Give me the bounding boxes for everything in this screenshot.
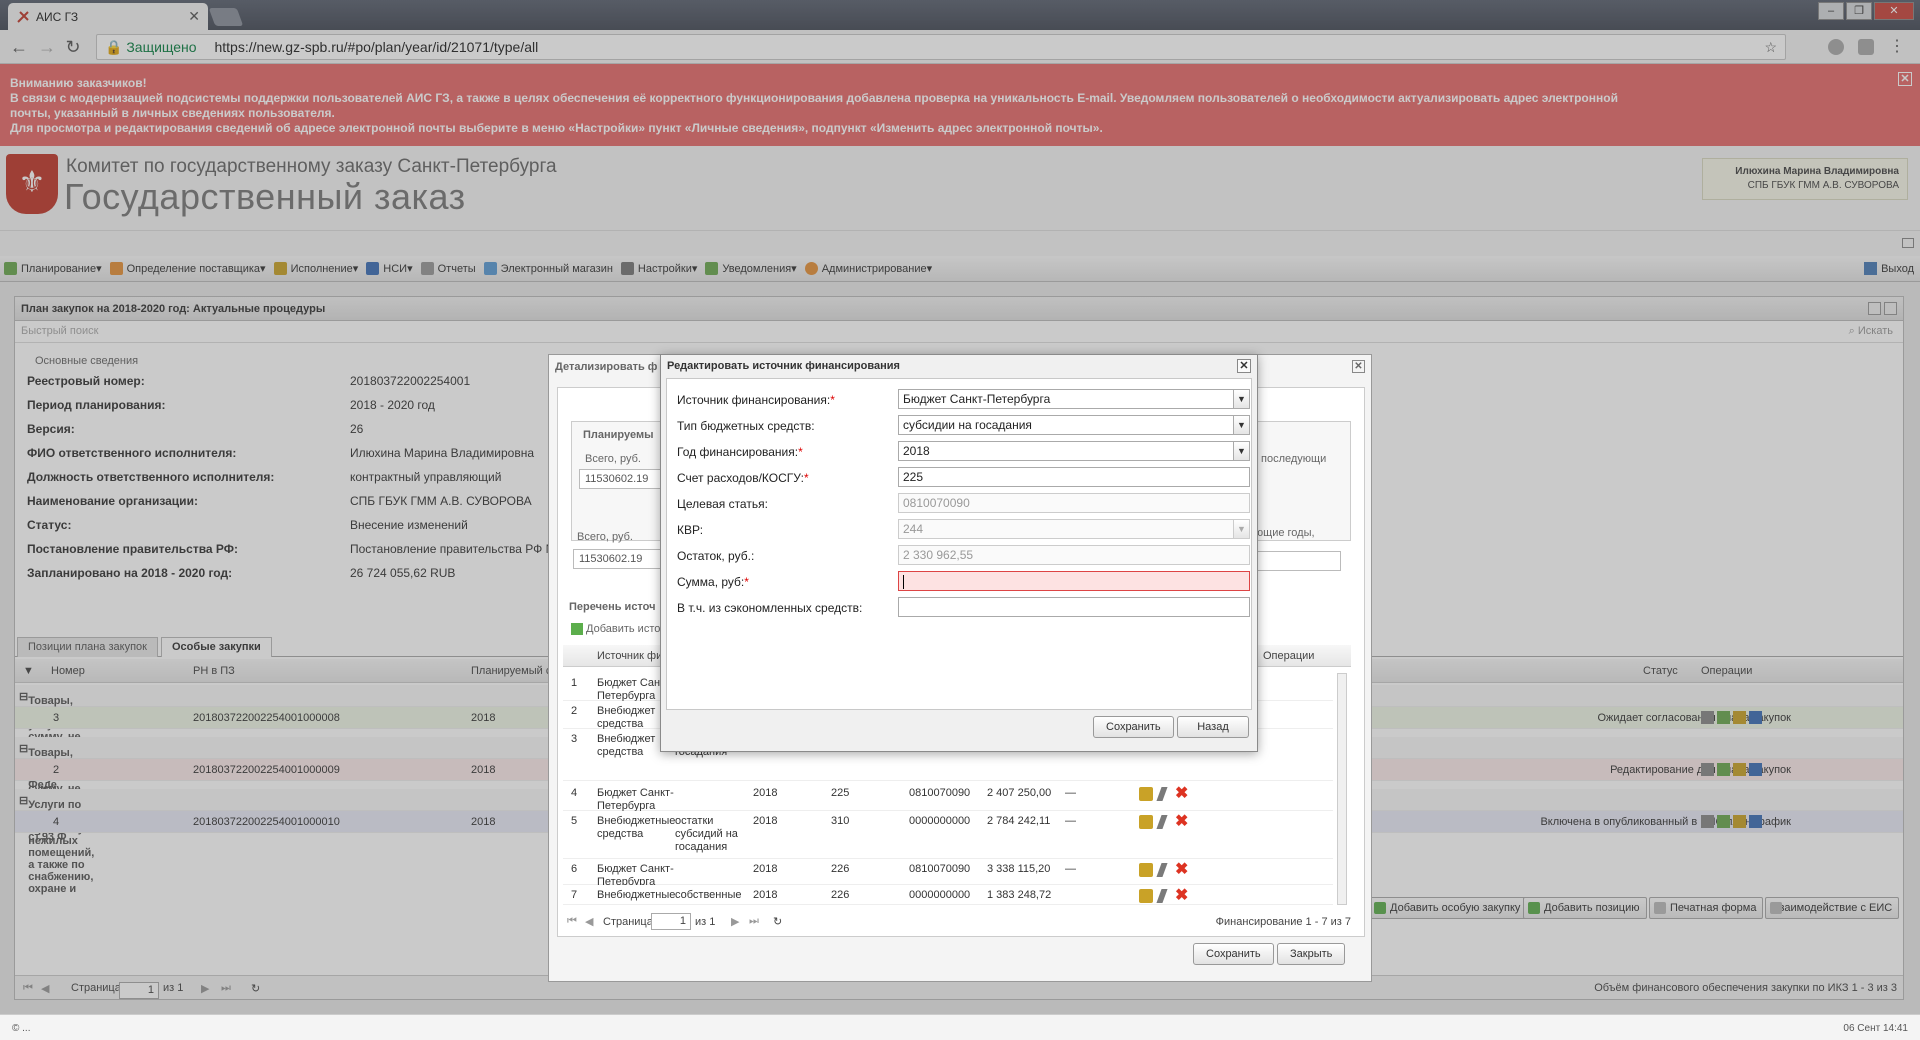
detail-close-icon[interactable]: ✕ bbox=[1352, 360, 1365, 373]
row-number: 2 bbox=[571, 705, 578, 717]
source-row[interactable]: 6 Бюджет Санкт- Петербурга 2018 226 08100700… bbox=[563, 859, 1333, 888]
detail-pager: ⏮ ◀ Страница 1 из 1 ▶ ⏭ ↻ Финансирование… bbox=[567, 913, 1351, 930]
chevron-down-icon: ▼ bbox=[1233, 520, 1249, 538]
target-article-input: 0810070090 bbox=[898, 493, 1250, 513]
row-sum: 2 407 250,00 bbox=[987, 787, 1052, 799]
balance-input: 2 330 962,55 bbox=[898, 545, 1250, 565]
field-kosgu: Счет расходов/КОСГУ:* 225 bbox=[667, 465, 1253, 489]
row-source: Внебюджетные средства bbox=[597, 815, 676, 840]
database-icon[interactable] bbox=[1139, 863, 1153, 877]
edit-pencil-icon[interactable] bbox=[1156, 815, 1168, 829]
row-kosgu: 310 bbox=[831, 815, 850, 827]
row-number: 6 bbox=[571, 863, 578, 875]
dialog-back-button[interactable]: Назад bbox=[1177, 716, 1249, 738]
source-select[interactable]: Бюджет Санкт-Петербурга ▼ bbox=[898, 389, 1250, 409]
dialog-title: Редактировать источник финансирования ✕ bbox=[661, 355, 1257, 377]
row-target-article: 0810070090 bbox=[909, 863, 971, 875]
row-sum: 3 338 115,20 bbox=[987, 863, 1051, 875]
edit-pencil-icon[interactable] bbox=[1156, 863, 1168, 877]
page-input[interactable]: 1 bbox=[651, 913, 691, 930]
savings-input[interactable] bbox=[898, 597, 1250, 617]
delete-icon[interactable]: ✖ bbox=[1175, 786, 1189, 802]
prev-page-icon[interactable]: ◀ bbox=[585, 915, 593, 928]
row-target-article: 0000000000 bbox=[909, 815, 971, 827]
delete-icon[interactable]: ✖ bbox=[1175, 862, 1189, 878]
row-source: Внебюджет средства bbox=[597, 705, 656, 730]
field-kvr: КВР: 244 ▼ bbox=[667, 517, 1253, 541]
field-target-article: Целевая статья: 0810070090 bbox=[667, 491, 1253, 515]
database-icon[interactable] bbox=[1139, 787, 1153, 801]
row-target-article: 0810070090 bbox=[909, 787, 971, 799]
row-year: 2018 bbox=[753, 815, 778, 827]
row-source: Бюджет Сан Петербурга bbox=[597, 677, 661, 702]
add-source-button[interactable]: Добавить исто bbox=[571, 623, 660, 636]
row-year: 2018 bbox=[753, 863, 778, 875]
chevron-down-icon: ▼ bbox=[1233, 390, 1249, 408]
row-budget-type: остатки субсидий на госадания bbox=[675, 815, 738, 853]
row-sum: 1 383 248,72 bbox=[987, 889, 1052, 901]
kvr-select: 244 ▼ bbox=[898, 519, 1250, 539]
row-year: 2018 bbox=[753, 889, 778, 901]
delete-icon[interactable]: ✖ bbox=[1175, 888, 1189, 904]
row-number: 5 bbox=[571, 815, 578, 827]
row-budget-type: собственные bbox=[675, 889, 742, 901]
detail-save-button[interactable]: Сохранить bbox=[1193, 943, 1274, 965]
row-number: 4 bbox=[571, 787, 578, 799]
edit-pencil-icon[interactable] bbox=[1156, 889, 1168, 903]
row-number: 3 bbox=[571, 733, 578, 745]
field-budget-type: Тип бюджетных средств: субсидии на госад… bbox=[667, 413, 1253, 437]
chevron-down-icon: ▼ bbox=[1233, 416, 1249, 434]
row-sum: 2 784 242,11 bbox=[987, 815, 1051, 827]
row-year: 2018 bbox=[753, 787, 778, 799]
source-row[interactable]: 7 Внебюджетные собственные 2018 226 000000000… bbox=[563, 885, 1333, 905]
row-kosgu: 226 bbox=[831, 889, 850, 901]
row-dash: — bbox=[1065, 787, 1076, 799]
refresh-icon[interactable]: ↻ bbox=[773, 915, 782, 928]
last-page-icon[interactable]: ⏭ bbox=[749, 915, 759, 928]
row-number: 7 bbox=[571, 889, 578, 901]
next-page-icon[interactable]: ▶ bbox=[731, 915, 739, 928]
field-amount: Сумма, руб:* bbox=[667, 569, 1253, 593]
chevron-down-icon: ▼ bbox=[1233, 442, 1249, 460]
field-source: Источник финансирования:* Бюджет Санкт-П… bbox=[667, 387, 1253, 411]
source-row[interactable]: 5 Внебюджетные средства остатки субсидий н… bbox=[563, 811, 1333, 859]
first-page-icon[interactable]: ⏮ bbox=[567, 915, 577, 928]
field-savings: В т.ч. из сэкономленных средств: bbox=[667, 595, 1253, 619]
year-select[interactable]: 2018 ▼ bbox=[898, 441, 1250, 461]
field-year: Год финансирования:* 2018 ▼ bbox=[667, 439, 1253, 463]
grid-scrollbar[interactable] bbox=[1337, 673, 1347, 905]
row-source: Внебюджет средства bbox=[597, 733, 656, 758]
status-bar: © ... 06 Сент 14:41 bbox=[0, 1014, 1920, 1040]
row-number: 1 bbox=[571, 677, 578, 689]
delete-icon[interactable]: ✖ bbox=[1175, 814, 1189, 830]
row-dash: — bbox=[1065, 863, 1076, 875]
database-icon[interactable] bbox=[1139, 889, 1153, 903]
edit-pencil-icon[interactable] bbox=[1156, 787, 1168, 801]
field-balance: Остаток, руб.: 2 330 962,55 bbox=[667, 543, 1253, 567]
row-kosgu: 226 bbox=[831, 863, 850, 875]
row-target-article: 0000000000 bbox=[909, 889, 971, 901]
kosgu-input[interactable]: 225 bbox=[898, 467, 1250, 487]
row-kosgu: 225 bbox=[831, 787, 850, 799]
source-row[interactable]: 4 Бюджет Санкт- Петербурга 2018 225 08100700… bbox=[563, 783, 1333, 812]
dialog-save-button[interactable]: Сохранить bbox=[1093, 716, 1174, 738]
row-source: Внебюджетные bbox=[597, 889, 676, 901]
dialog-close-icon[interactable]: ✕ bbox=[1237, 359, 1251, 373]
database-icon[interactable] bbox=[1139, 815, 1153, 829]
row-dash: — bbox=[1065, 815, 1076, 827]
detail-close-button[interactable]: Закрыть bbox=[1277, 943, 1346, 965]
row-source: Бюджет Санкт- Петербурга bbox=[597, 787, 674, 812]
amount-input[interactable] bbox=[898, 571, 1250, 591]
edit-source-dialog: Редактировать источник финансирования ✕ … bbox=[660, 354, 1258, 752]
budget-type-select[interactable]: субсидии на госадания ▼ bbox=[898, 415, 1250, 435]
